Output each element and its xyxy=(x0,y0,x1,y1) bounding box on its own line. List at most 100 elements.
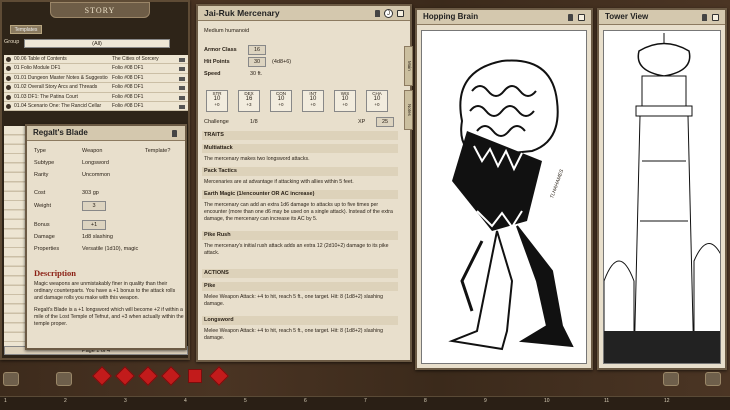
hopping-brain-illustration xyxy=(448,59,574,351)
chat-icon[interactable] xyxy=(578,14,585,21)
list-item[interactable]: 01.02 Overall Story Arcs and Threads Foli… xyxy=(4,83,188,93)
list-item[interactable]: 01.01 Dungeon Master Notes & Suggestio Fo… xyxy=(4,73,188,84)
group-label: Group xyxy=(4,39,20,45)
story-icon xyxy=(6,66,11,72)
d12-die-icon[interactable] xyxy=(188,369,202,383)
hotkey-slot[interactable]: 2 xyxy=(64,398,67,404)
ability-str[interactable]: STR 10 +0 xyxy=(206,90,228,112)
hotkey-slot[interactable]: 7 xyxy=(364,398,367,404)
image-window-hopping-brain[interactable]: Hopping Brain TLHAHAMES xyxy=(415,8,593,370)
monster-image[interactable]: TLHAHAMES xyxy=(421,30,587,364)
action-name[interactable]: Pike xyxy=(202,282,398,291)
weight-field[interactable]: 3 xyxy=(82,201,106,211)
hotkey-slot[interactable]: 1 xyxy=(4,398,7,404)
type-label: Type xyxy=(34,148,46,154)
action-text[interactable]: Melee Weapon Attack: +4 to hit, reach 5 … xyxy=(204,294,394,308)
hotkey-slot[interactable]: 8 xyxy=(424,398,427,404)
templates-button[interactable]: Templates xyxy=(10,25,42,34)
trait-text[interactable]: Mercenaries are at advantage if attackin… xyxy=(204,179,394,186)
lock-icon[interactable] xyxy=(568,14,573,21)
list-item[interactable]: 01.03 DF1: The Patina Court Folio #08 DF1 xyxy=(4,92,188,102)
xp-field[interactable]: 25 xyxy=(376,117,394,127)
hp-field[interactable]: 30 xyxy=(248,57,266,67)
ac-field[interactable]: 16 xyxy=(248,45,266,55)
tab-notes[interactable]: Notes xyxy=(404,90,413,130)
action-text[interactable]: Melee Weapon Attack: +4 to hit, reach 5 … xyxy=(204,328,394,342)
speed-value[interactable]: 30 ft. xyxy=(250,71,262,77)
story-list: 00.06 Table of Contents The Cities of Sor… xyxy=(4,55,188,112)
hotkey-slot[interactable]: 11 xyxy=(604,398,609,404)
image-window-tower-view[interactable]: Tower View xyxy=(597,8,727,370)
hotkey-slot[interactable]: 4 xyxy=(184,398,187,404)
subtype-value[interactable]: Longsword xyxy=(82,160,109,166)
book-icon xyxy=(179,76,185,81)
rarity-label: Rarity xyxy=(34,172,49,178)
speed-label: Speed xyxy=(204,71,221,77)
hp-formula[interactable]: (4d8+6) xyxy=(272,59,291,65)
trait-name[interactable]: Pike Rush xyxy=(202,231,398,240)
rarity-value[interactable]: Uncommon xyxy=(82,172,110,178)
properties-label: Properties xyxy=(34,246,60,252)
cost-value[interactable]: 303 gp xyxy=(82,190,99,196)
group-select[interactable]: (All) xyxy=(24,39,170,48)
damage-label: Damage xyxy=(34,234,55,240)
hotkey-slot[interactable]: 3 xyxy=(124,398,127,404)
traits-heading: TRAITS xyxy=(202,131,398,140)
damage-value[interactable]: 1d8 slashing xyxy=(82,234,113,240)
tab-main[interactable]: Main xyxy=(404,46,413,86)
trait-name[interactable]: Multiattack xyxy=(202,144,398,153)
actions-heading: ACTIONS xyxy=(202,269,398,278)
ability-dex[interactable]: DEX 16 +3 xyxy=(238,90,260,112)
hotkey-slot[interactable]: 6 xyxy=(304,398,307,404)
hotkey-slot[interactable]: 5 xyxy=(244,398,247,404)
story-icon xyxy=(6,94,11,100)
cost-label: Cost xyxy=(34,190,46,196)
type-value[interactable]: Weapon xyxy=(82,148,102,154)
hotkey-slot[interactable]: 9 xyxy=(484,398,487,404)
image-title: Hopping Brain xyxy=(417,10,591,25)
modifier-button[interactable] xyxy=(3,372,19,386)
trait-name[interactable]: Pack Tactics xyxy=(202,167,398,176)
item-window[interactable]: Regalt's Blade Type Weapon Template? Sub… xyxy=(25,124,187,350)
book-icon xyxy=(179,95,185,100)
location-image[interactable] xyxy=(603,30,721,364)
ability-con[interactable]: CON 10 +0 xyxy=(270,90,292,112)
description-heading: Description xyxy=(34,268,77,278)
trait-text[interactable]: The mercenary can add an extra 1d6 damag… xyxy=(204,202,394,223)
chat-icon[interactable] xyxy=(397,10,404,17)
ac-label: Armor Class xyxy=(204,47,237,53)
npc-window[interactable]: Jai-Ruk Mercenary J Main Notes Medium hu… xyxy=(196,4,413,362)
action-name[interactable]: Longsword xyxy=(202,316,398,325)
trait-text[interactable]: The mercenary's initial rush attack adds… xyxy=(204,243,394,257)
subtype-label: Subtype xyxy=(34,160,55,166)
list-item[interactable]: 01.04 Scenario One: The Rancid Cellar Fol… xyxy=(4,101,188,112)
hotkey-slot[interactable]: 10 xyxy=(544,398,550,404)
story-list-collapsed-dots xyxy=(4,126,26,346)
chat-button[interactable] xyxy=(663,372,679,386)
bonus-field[interactable]: +1 xyxy=(82,220,106,230)
description-text[interactable]: Magic weapons are unmistakably finer in … xyxy=(34,281,184,328)
npc-subtitle[interactable]: Medium humanoid xyxy=(204,28,249,34)
menu-button[interactable] xyxy=(705,372,721,386)
hotkey-slot[interactable]: 12 xyxy=(664,398,670,404)
list-item[interactable]: 00.06 Table of Contents The Cities of Sor… xyxy=(4,55,188,65)
xp-label: XP xyxy=(358,119,366,125)
chat-icon[interactable] xyxy=(712,14,719,21)
story-icon xyxy=(6,57,11,62)
ability-wis[interactable]: WIS 10 +0 xyxy=(334,90,356,112)
template-label: Template? xyxy=(145,148,171,154)
lock-icon[interactable] xyxy=(375,10,380,17)
trait-text[interactable]: The mercenary makes two longsword attack… xyxy=(204,156,394,163)
list-item[interactable]: 01 Folio Module DF1 Folio #08 DF1 xyxy=(4,64,188,74)
properties-value[interactable]: Versatile (1d10), magic xyxy=(82,246,138,252)
book-icon xyxy=(179,58,185,62)
trait-name[interactable]: Earth Magic (1/encounter OR AC increase) xyxy=(202,190,398,199)
challenge-value[interactable]: 1/8 xyxy=(250,119,258,125)
lock-icon[interactable] xyxy=(702,14,707,21)
lock-icon[interactable] xyxy=(172,130,177,137)
ability-int[interactable]: INT 10 +0 xyxy=(302,90,324,112)
token-icon[interactable]: J xyxy=(384,9,393,18)
dice-tower-button[interactable] xyxy=(56,372,72,386)
story-title: STORY xyxy=(50,2,150,18)
ability-cha[interactable]: CHA 10 +0 xyxy=(366,90,388,112)
